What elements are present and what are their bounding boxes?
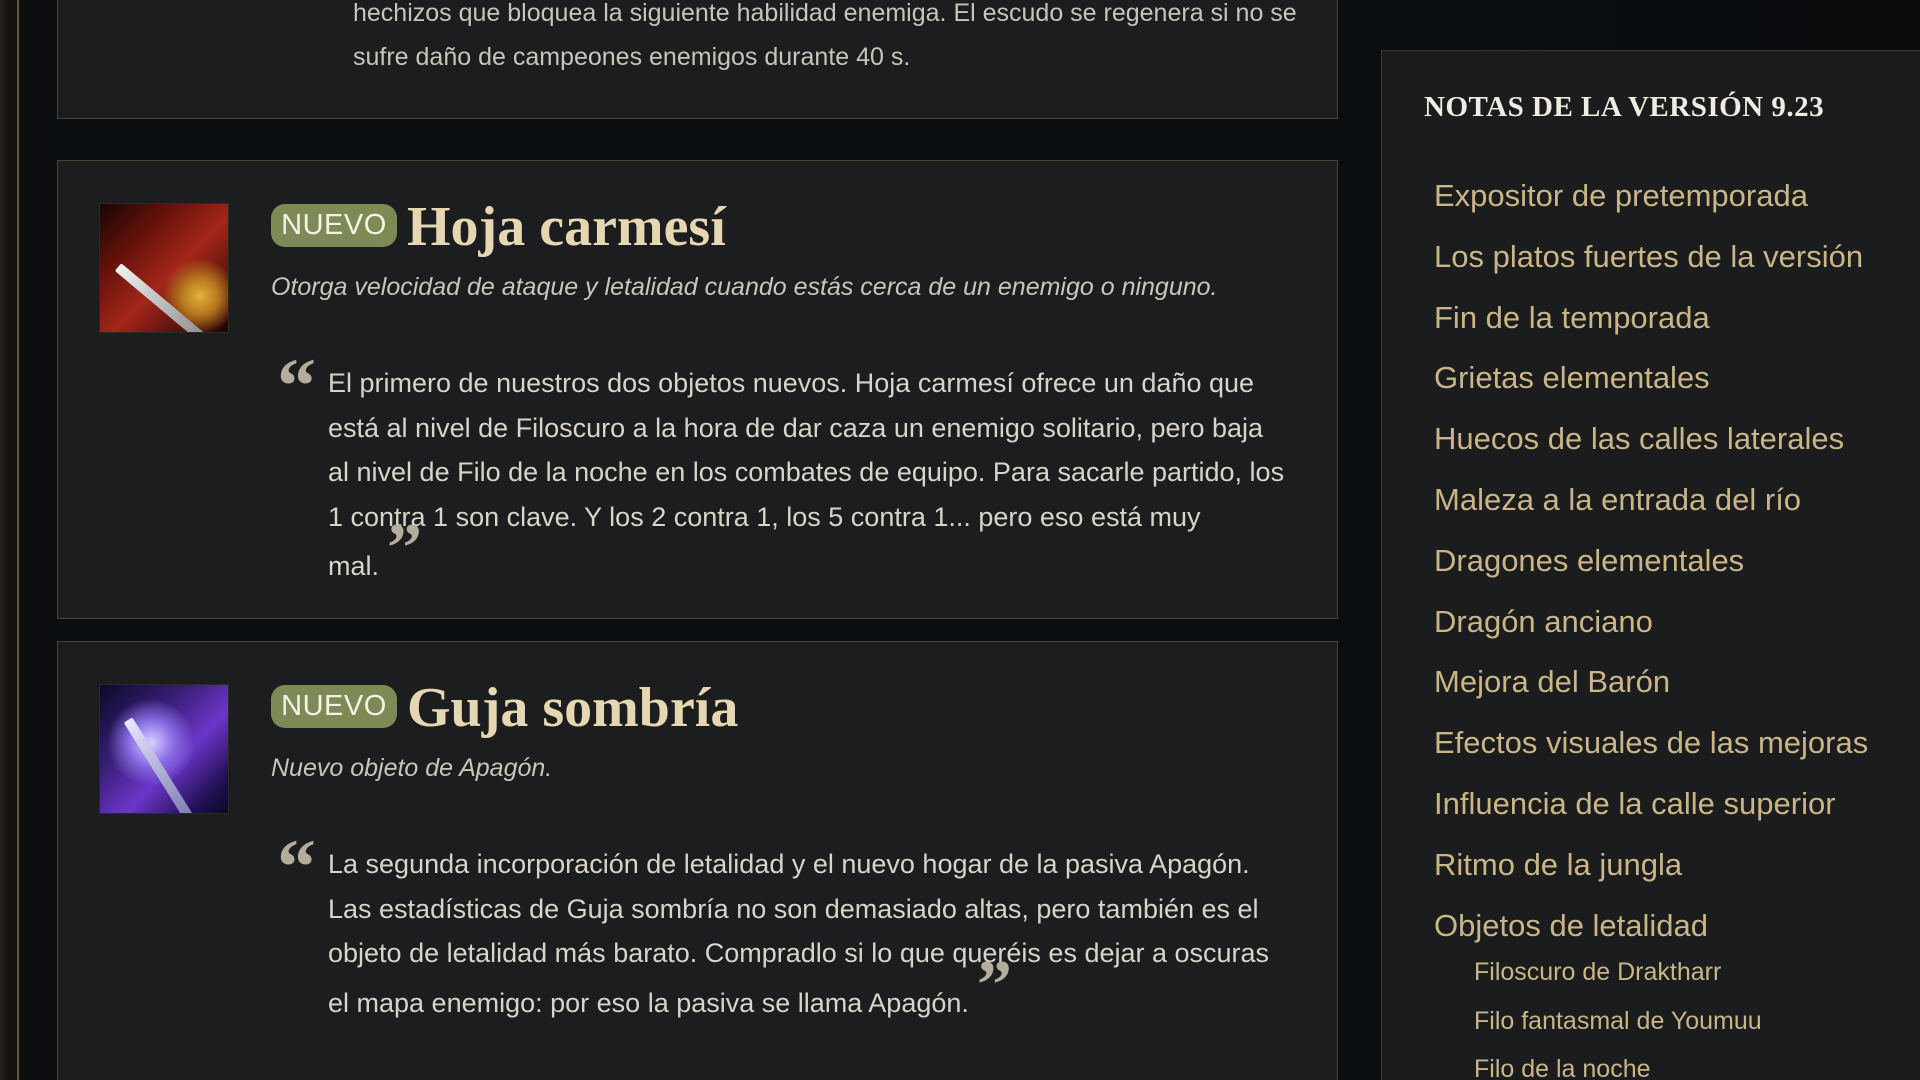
designer-quote-text: La segunda incorporación de letalidad y … — [328, 849, 1270, 1018]
open-quote-icon: “ — [277, 823, 316, 910]
glaive-shape — [123, 717, 194, 813]
toc-sublink[interactable]: Filo fantasmal de Youmuu — [1474, 997, 1762, 1046]
left-border-rail — [0, 0, 24, 1080]
toc-link[interactable]: Fin de la temporada — [1434, 288, 1868, 349]
patch-notes-toc: NOTAS DE LA VERSIÓN 9.23 Expositor de pr… — [1381, 50, 1920, 1080]
toc-link[interactable]: Maleza a la entrada del río — [1434, 470, 1868, 531]
previous-item-card: hechizos que bloquea la siguiente habili… — [57, 0, 1338, 119]
blade-shape — [114, 263, 210, 332]
toc-link[interactable]: Huecos de las calles laterales — [1434, 409, 1868, 470]
open-quote-icon: “ — [277, 342, 316, 429]
toc-link[interactable]: Dragón anciano — [1434, 592, 1868, 653]
toc-link[interactable]: Grietas elementales — [1434, 348, 1868, 409]
toc-link[interactable]: Dragones elementales — [1434, 531, 1868, 592]
designer-quote-text: El primero de nuestros dos objetos nuevo… — [328, 368, 1285, 581]
toc-link[interactable]: Mejora del Barón — [1434, 652, 1868, 713]
toc-title: NOTAS DE LA VERSIÓN 9.23 — [1424, 91, 1825, 123]
previous-item-description: hechizos que bloquea la siguiente habili… — [353, 0, 1297, 71]
toc-link[interactable]: Ritmo de la jungla — [1434, 835, 1868, 896]
item-subtitle: Otorga velocidad de ataque y letalidad c… — [271, 273, 1218, 301]
item-title: Guja sombría — [407, 677, 739, 739]
toc-list: Expositor de pretemporada Los platos fue… — [1434, 166, 1868, 956]
close-quote-icon: ” — [387, 510, 423, 587]
item-card-shadow-glaive: NUEVO Guja sombría Nuevo objeto de Apagó… — [57, 641, 1338, 1080]
toc-link[interactable]: Los platos fuertes de la versión — [1434, 227, 1868, 288]
item-title: Hoja carmesí — [407, 196, 726, 258]
toc-sublist: Filoscuro de Draktharr Filo fantasmal de… — [1474, 948, 1762, 1080]
patch-notes-page: hechizos que bloquea la siguiente habili… — [0, 0, 1920, 1080]
item-subtitle: Nuevo objeto de Apagón. — [271, 754, 553, 782]
crimson-blade-icon — [99, 203, 229, 333]
toc-sublink[interactable]: Filo de la noche — [1474, 1045, 1762, 1080]
new-badge: NUEVO — [271, 204, 397, 247]
designer-quote: El primero de nuestros dos objetos nuevo… — [328, 361, 1288, 589]
toc-link[interactable]: Efectos visuales de las mejoras — [1434, 713, 1868, 774]
toc-link[interactable]: Expositor de pretemporada — [1434, 166, 1868, 227]
item-card-crimson-blade: NUEVO Hoja carmesí Otorga velocidad de a… — [57, 160, 1338, 619]
toc-sublink[interactable]: Filoscuro de Draktharr — [1474, 948, 1762, 997]
new-badge: NUEVO — [271, 685, 397, 728]
close-quote-icon: ” — [976, 946, 1012, 1024]
shadow-glaive-icon — [99, 684, 229, 814]
toc-link[interactable]: Influencia de la calle superior — [1434, 774, 1868, 835]
designer-quote: La segunda incorporación de letalidad y … — [328, 842, 1288, 1025]
